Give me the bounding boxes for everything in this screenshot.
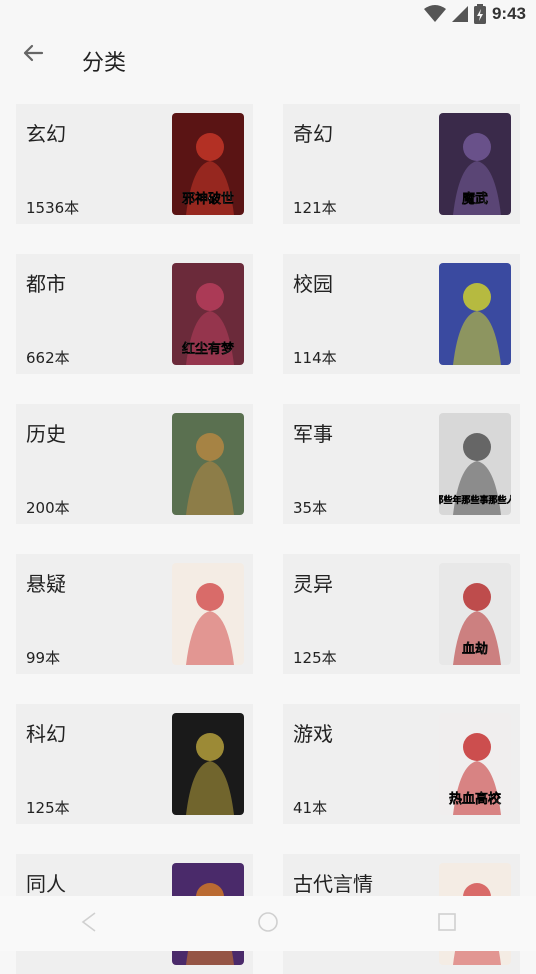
book-cover-image <box>172 563 244 665</box>
category-name: 古代言情 <box>293 872 373 896</box>
back-triangle-icon <box>79 911 99 937</box>
wifi-icon <box>423 5 446 23</box>
category-card[interactable]: 校园 114本 <box>283 254 520 374</box>
category-count: 125本 <box>26 799 70 817</box>
status-bar: 9:43 <box>0 0 536 28</box>
category-card[interactable]: 历史 200本 <box>16 404 253 524</box>
system-nav-bar <box>0 896 536 951</box>
book-cover-image <box>439 263 511 365</box>
svg-text:邪神破世: 邪神破世 <box>181 191 234 207</box>
category-count: 1536本 <box>26 199 80 217</box>
book-cover-image: 邪神破世 <box>172 113 244 215</box>
category-name: 玄幻 <box>26 122 66 146</box>
category-card[interactable]: 科幻 125本 <box>16 704 253 824</box>
book-cover-image: 那些年那些事那些人 <box>439 413 511 515</box>
category-count: 114本 <box>293 349 337 367</box>
arrow-left-icon <box>18 44 48 72</box>
category-count: 35本 <box>293 499 328 517</box>
category-name: 游戏 <box>293 722 333 746</box>
category-card[interactable]: 奇幻 121本 魔武 <box>283 104 520 224</box>
svg-text:热血高校: 热血高校 <box>449 791 502 807</box>
page-title: 分类 <box>82 51 127 76</box>
category-count: 662本 <box>26 349 70 367</box>
category-name: 都市 <box>26 272 66 296</box>
nav-recents-button[interactable] <box>427 904 467 944</box>
book-cover-image <box>172 413 244 515</box>
category-card[interactable]: 都市 662本 红尘有梦 <box>16 254 253 374</box>
category-name: 灵异 <box>293 572 333 596</box>
category-count: 121本 <box>293 199 337 217</box>
svg-text:魔武: 魔武 <box>462 191 488 207</box>
category-card[interactable]: 玄幻 1536本 邪神破世 <box>16 104 253 224</box>
book-cover-image: 红尘有梦 <box>172 263 244 365</box>
category-name: 历史 <box>26 422 66 446</box>
book-cover-image: 血劫 <box>439 563 511 665</box>
recents-square-icon <box>437 912 457 936</box>
category-card[interactable]: 悬疑 99本 <box>16 554 253 674</box>
battery-icon <box>473 4 486 24</box>
svg-text:那些年那些事那些人: 那些年那些事那些人 <box>439 494 511 506</box>
book-cover-image <box>172 713 244 815</box>
category-count: 41本 <box>293 799 328 817</box>
category-card[interactable]: 灵异 125本 血劫 <box>283 554 520 674</box>
back-button[interactable] <box>18 38 48 68</box>
category-name: 校园 <box>293 272 333 296</box>
app-bar: 分类 <box>0 28 536 88</box>
category-name: 悬疑 <box>26 572 66 596</box>
category-name: 同人 <box>26 872 66 896</box>
home-circle-icon <box>257 911 279 937</box>
category-name: 科幻 <box>26 722 66 746</box>
category-count: 200本 <box>26 499 70 517</box>
svg-text:红尘有梦: 红尘有梦 <box>182 341 235 357</box>
book-cover-image: 热血高校 <box>439 713 511 815</box>
category-card[interactable]: 军事 35本 那些年那些事那些人 <box>283 404 520 524</box>
category-name: 奇幻 <box>293 122 333 146</box>
category-card[interactable]: 游戏 41本 热血高校 <box>283 704 520 824</box>
book-cover-image: 魔武 <box>439 113 511 215</box>
status-time: 9:43 <box>491 4 526 23</box>
svg-text:血劫: 血劫 <box>462 641 488 657</box>
nav-back-button[interactable] <box>69 904 109 944</box>
category-name: 军事 <box>293 422 333 446</box>
nav-home-button[interactable] <box>248 904 288 944</box>
category-count: 125本 <box>293 649 337 667</box>
category-count: 99本 <box>26 649 61 667</box>
cell-signal-icon <box>451 5 468 23</box>
